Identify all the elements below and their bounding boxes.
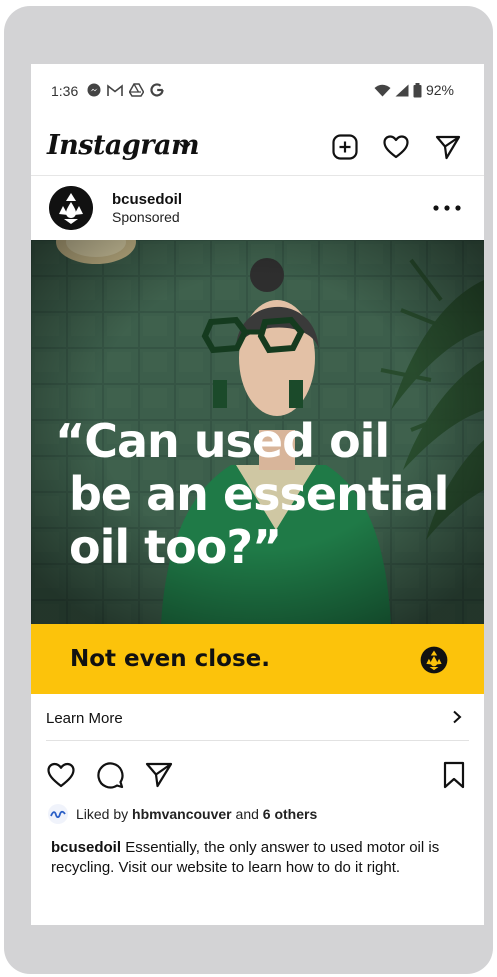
status-time: 1:36 xyxy=(51,83,79,99)
likes-prefix: Liked by xyxy=(76,806,129,822)
post-username[interactable]: bcusedoil xyxy=(112,191,182,208)
avatar[interactable] xyxy=(49,186,93,230)
learn-more-button[interactable]: Learn More xyxy=(31,694,484,740)
ad-headline-line: “Can used oil xyxy=(55,414,390,468)
battery-icon xyxy=(413,82,422,97)
ad-banner[interactable]: Not even close. xyxy=(31,624,484,694)
bcusedoil-logo-icon xyxy=(49,186,93,230)
signal-icon xyxy=(395,84,409,96)
gmail-icon xyxy=(107,83,123,96)
battery-percent: 92% xyxy=(425,82,454,98)
liker-avatar xyxy=(48,804,68,824)
phone-frame: 1:36 92% Instagram bcusedoil Sponsored “… xyxy=(4,6,493,974)
comment-icon[interactable] xyxy=(95,760,125,790)
chevron-down-icon[interactable] xyxy=(179,142,191,150)
new-post-icon[interactable] xyxy=(331,133,359,161)
notification-icons xyxy=(87,83,164,97)
messenger-icon xyxy=(87,83,101,97)
status-bar: 1:36 92% xyxy=(31,64,484,118)
hbm-logo-icon xyxy=(50,810,66,819)
google-icon xyxy=(150,83,164,97)
app-header: Instagram xyxy=(31,124,484,174)
status-right: 92% xyxy=(374,82,454,98)
bookmark-icon[interactable] xyxy=(439,760,469,790)
share-icon[interactable] xyxy=(144,760,174,790)
sponsored-label: Sponsored xyxy=(112,209,180,225)
like-icon[interactable] xyxy=(46,760,76,790)
post-actions xyxy=(31,754,484,798)
screen: 1:36 92% Instagram bcusedoil Sponsored “… xyxy=(31,64,484,925)
learn-more-label: Learn More xyxy=(46,710,123,727)
first-liker[interactable]: hbmvancouver xyxy=(132,806,232,822)
post-header: bcusedoil Sponsored xyxy=(31,176,484,240)
ad-headline: “Can used oil be an essential oil too?” xyxy=(55,415,475,574)
post-caption: bcusedoil Essentially, the only answer t… xyxy=(51,838,471,878)
bcusedoil-logo-icon xyxy=(420,646,448,674)
ad-banner-text: Not even close. xyxy=(70,646,270,672)
wifi-icon xyxy=(374,84,391,96)
ad-headline-line: oil too?” xyxy=(69,520,282,574)
ad-image[interactable]: “Can used oil be an essential oil too?” xyxy=(31,240,484,624)
likes-others[interactable]: 6 others xyxy=(263,806,317,822)
caption-username[interactable]: bcusedoil xyxy=(51,839,121,856)
chevron-right-icon xyxy=(453,710,462,724)
instagram-logo[interactable]: Instagram xyxy=(47,130,200,161)
likes-conjunction: and xyxy=(235,806,259,822)
cta-divider xyxy=(46,740,469,741)
ad-headline-line: be an essential xyxy=(69,467,449,521)
likes-summary[interactable]: Liked by hbmvancouver and 6 others xyxy=(48,804,317,824)
send-icon[interactable] xyxy=(434,133,462,161)
more-options-icon[interactable] xyxy=(432,204,462,212)
heart-icon[interactable] xyxy=(382,133,410,161)
drive-icon xyxy=(129,83,144,97)
